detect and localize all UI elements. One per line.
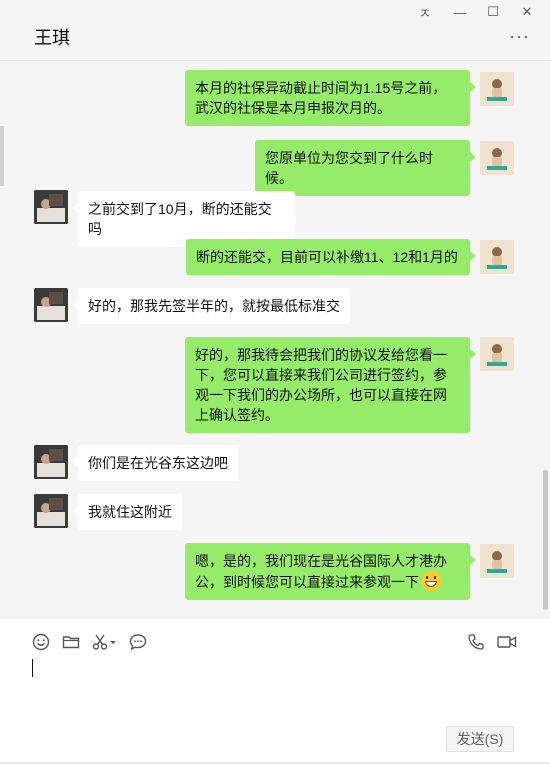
message-bubble-other[interactable]: 你们是在光谷东这边吧 [72, 445, 238, 481]
title-bar: 王琪 ㅈ — ☐ ✕ ··· [0, 0, 550, 61]
message-input[interactable] [30, 656, 520, 716]
message-text: 断的还能交，目前可以补缴11、12和1月的 [196, 249, 458, 265]
message-list[interactable]: 本月的社保异动截止时间为1.15号之前，武汉的社保是本月申报次月的。 您原单位为… [0, 61, 550, 617]
minimize-button[interactable]: — [447, 2, 473, 22]
chat-bubble-icon[interactable] [128, 632, 148, 652]
message-bubble-self[interactable]: 本月的社保异动截止时间为1.15号之前，武汉的社保是本月申报次月的。 [185, 70, 476, 126]
message-text: 之前交到了10月，断的还能交吗 [88, 201, 272, 237]
contact-photo-icon [34, 190, 68, 224]
person-avatar-icon [480, 72, 514, 106]
message-bubble-self[interactable]: 您原单位为您交到了什么时候。 [255, 140, 476, 196]
more-options-button[interactable]: ··· [509, 26, 530, 47]
message-text: 嗯，是的，我们现在是光谷国际人才港办公，到时候您可以直接过来参观一下 [195, 553, 447, 590]
chevron-down-icon[interactable] [109, 632, 117, 652]
contact-avatar[interactable] [34, 494, 68, 528]
message-text: 好的，那我先签半年的，就按最低标准交 [88, 298, 340, 314]
phone-icon[interactable] [466, 632, 486, 652]
self-avatar[interactable] [480, 141, 514, 175]
video-call-icon[interactable] [496, 632, 518, 652]
self-avatar[interactable] [480, 72, 514, 106]
person-avatar-icon [480, 240, 514, 274]
person-avatar-icon [480, 337, 514, 371]
chat-title: 王琪 [34, 28, 70, 48]
contact-avatar[interactable] [34, 445, 68, 479]
scrollbar-thumb[interactable] [543, 470, 548, 610]
send-button[interactable]: 发送(S) [446, 726, 514, 752]
scissors-icon[interactable] [91, 632, 111, 652]
smiley-icon[interactable] [31, 632, 51, 652]
message-text: 你们是在光谷东这边吧 [88, 455, 228, 471]
maximize-button[interactable]: ☐ [480, 2, 506, 22]
contact-photo-icon [34, 288, 68, 322]
person-avatar-icon [480, 141, 514, 175]
folder-icon[interactable] [61, 632, 81, 652]
pin-button[interactable]: ㅈ [412, 2, 438, 22]
contact-photo-icon [34, 494, 68, 528]
self-avatar[interactable] [480, 544, 514, 578]
grin-emoji-icon [421, 571, 441, 591]
message-bubble-other[interactable]: 好的，那我先签半年的，就按最低标准交 [72, 288, 350, 324]
message-text: 好的，那我待会把我们的协议发给您看一下，您可以直接来我们公司进行签约，参观一下我… [195, 347, 447, 423]
message-bubble-self[interactable]: 嗯，是的，我们现在是光谷国际人才港办公，到时候您可以直接过来参观一下 [185, 543, 476, 600]
contact-avatar[interactable] [34, 190, 68, 224]
close-button[interactable]: ✕ [514, 2, 540, 22]
message-bubble-self[interactable]: 好的，那我待会把我们的协议发给您看一下，您可以直接来我们公司进行签约，参观一下我… [185, 337, 476, 433]
input-panel: 发送(S) [0, 617, 550, 765]
contact-avatar[interactable] [34, 288, 68, 322]
message-bubble-other[interactable]: 我就住这附近 [72, 494, 182, 530]
message-text: 本月的社保异动截止时间为1.15号之前，武汉的社保是本月申报次月的。 [195, 80, 447, 116]
message-bubble-self[interactable]: 断的还能交，目前可以补缴11、12和1月的 [186, 239, 476, 275]
person-avatar-icon [480, 544, 514, 578]
self-avatar[interactable] [480, 240, 514, 274]
self-avatar[interactable] [480, 337, 514, 371]
message-text: 我就住这附近 [88, 504, 172, 520]
contact-photo-icon [34, 445, 68, 479]
message-text: 您原单位为您交到了什么时候。 [265, 150, 433, 186]
